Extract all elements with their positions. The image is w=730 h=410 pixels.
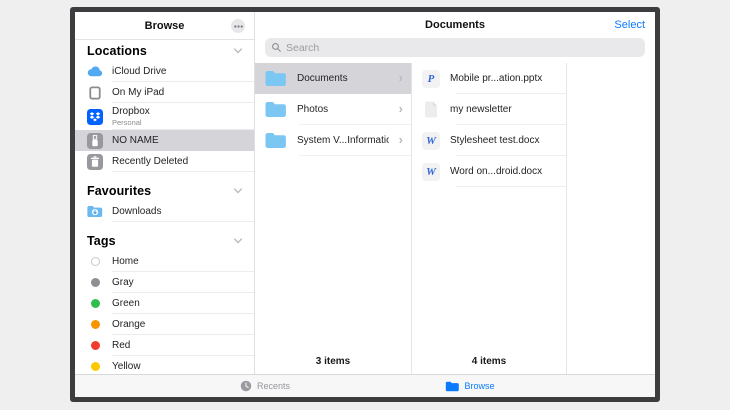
word-file-icon: W	[422, 163, 440, 181]
dropbox-account-label: Personal	[112, 118, 150, 127]
tag-dot-green	[91, 299, 100, 308]
files-app: Browse Locations iCloud Drive	[75, 12, 655, 397]
folder-row-documents[interactable]: Documents ›	[255, 63, 411, 94]
folder-row-system-information[interactable]: System V...Information ›	[255, 125, 411, 156]
tab-browse[interactable]: Browse	[445, 375, 494, 397]
chevron-right-icon: ›	[399, 102, 403, 115]
content-area: Documents Select Documents	[255, 12, 655, 374]
word-file-icon: W	[422, 132, 440, 150]
chevron-right-icon: ›	[399, 71, 403, 84]
page-title: Documents	[425, 19, 485, 31]
search-bar[interactable]	[265, 38, 645, 57]
sidebar-tag-green[interactable]: Green	[75, 293, 254, 314]
more-button[interactable]	[231, 19, 245, 33]
file-row-word-on-android[interactable]: W Word on...droid.docx	[412, 156, 566, 187]
tag-dot-orange	[91, 320, 100, 329]
files-app-window: Browse Locations iCloud Drive	[70, 7, 660, 402]
trash-icon	[87, 154, 103, 170]
sidebar-item-icloud-drive[interactable]: iCloud Drive	[75, 61, 254, 82]
sidebar-item-recently-deleted[interactable]: Recently Deleted	[75, 151, 254, 172]
sidebar-tag-red[interactable]: Red	[75, 335, 254, 356]
sidebar-tag-orange[interactable]: Orange	[75, 314, 254, 335]
sidebar-title: Browse	[145, 20, 185, 32]
tag-dot-red	[91, 341, 100, 350]
chevron-down-icon	[233, 238, 243, 244]
chevron-down-icon	[233, 188, 243, 194]
folder-icon	[265, 132, 287, 149]
tag-dot-yellow	[91, 362, 100, 371]
folders-count-label: 3 items	[255, 356, 411, 367]
section-favourites[interactable]: Favourites	[75, 180, 254, 201]
section-tags[interactable]: Tags	[75, 230, 254, 251]
content-navbar: Documents Select	[255, 12, 655, 38]
folder-icon	[265, 101, 287, 118]
sidebar-item-no-name[interactable]: NO NAME	[75, 130, 254, 151]
files-column: P Mobile pr...ation.pptx my newsletter W…	[412, 63, 567, 374]
sidebar-tag-home[interactable]: Home	[75, 251, 254, 272]
sidebar-item-downloads[interactable]: Downloads	[75, 201, 254, 222]
folder-icon	[265, 70, 287, 87]
select-button[interactable]: Select	[614, 19, 645, 31]
folders-column: Documents › Photos › System V...Informat…	[255, 63, 412, 374]
sidebar-item-on-my-ipad[interactable]: On My iPad	[75, 82, 254, 103]
icloud-icon	[87, 64, 103, 80]
search-input[interactable]	[286, 42, 639, 54]
empty-column	[567, 63, 655, 374]
tab-recents[interactable]: Recents	[240, 375, 290, 397]
ellipsis-icon	[234, 25, 243, 28]
chevron-down-icon	[233, 48, 243, 54]
chevron-right-icon: ›	[399, 133, 403, 146]
sidebar-item-dropbox[interactable]: Dropbox Personal	[75, 103, 254, 130]
file-row-my-newsletter[interactable]: my newsletter	[412, 94, 566, 125]
file-row-mobile-presentation[interactable]: P Mobile pr...ation.pptx	[412, 63, 566, 94]
usb-drive-icon	[87, 133, 103, 149]
section-locations[interactable]: Locations	[75, 40, 254, 61]
dropbox-icon	[87, 109, 103, 125]
main-area: Browse Locations iCloud Drive	[75, 12, 655, 374]
downloads-folder-icon	[87, 204, 103, 220]
sidebar: Browse Locations iCloud Drive	[75, 12, 255, 374]
folder-row-photos[interactable]: Photos ›	[255, 94, 411, 125]
bottom-tab-bar: Recents Browse	[75, 374, 655, 397]
folder-icon	[445, 381, 459, 392]
clock-icon	[240, 380, 252, 392]
files-count-label: 4 items	[412, 356, 566, 367]
powerpoint-file-icon: P	[422, 70, 440, 88]
document-file-icon	[422, 101, 440, 119]
sidebar-tag-gray[interactable]: Gray	[75, 272, 254, 293]
tag-dot-home	[91, 257, 100, 266]
tag-dot-gray	[91, 278, 100, 287]
search-container	[255, 38, 655, 63]
ipad-icon	[87, 85, 103, 101]
search-icon	[271, 42, 282, 53]
sidebar-tag-yellow[interactable]: Yellow	[75, 356, 254, 374]
browser-columns: Documents › Photos › System V...Informat…	[255, 63, 655, 374]
file-row-stylesheet-test[interactable]: W Stylesheet test.docx	[412, 125, 566, 156]
sidebar-header: Browse	[75, 12, 254, 40]
sidebar-list: Locations iCloud Drive On My iPad	[75, 40, 254, 374]
